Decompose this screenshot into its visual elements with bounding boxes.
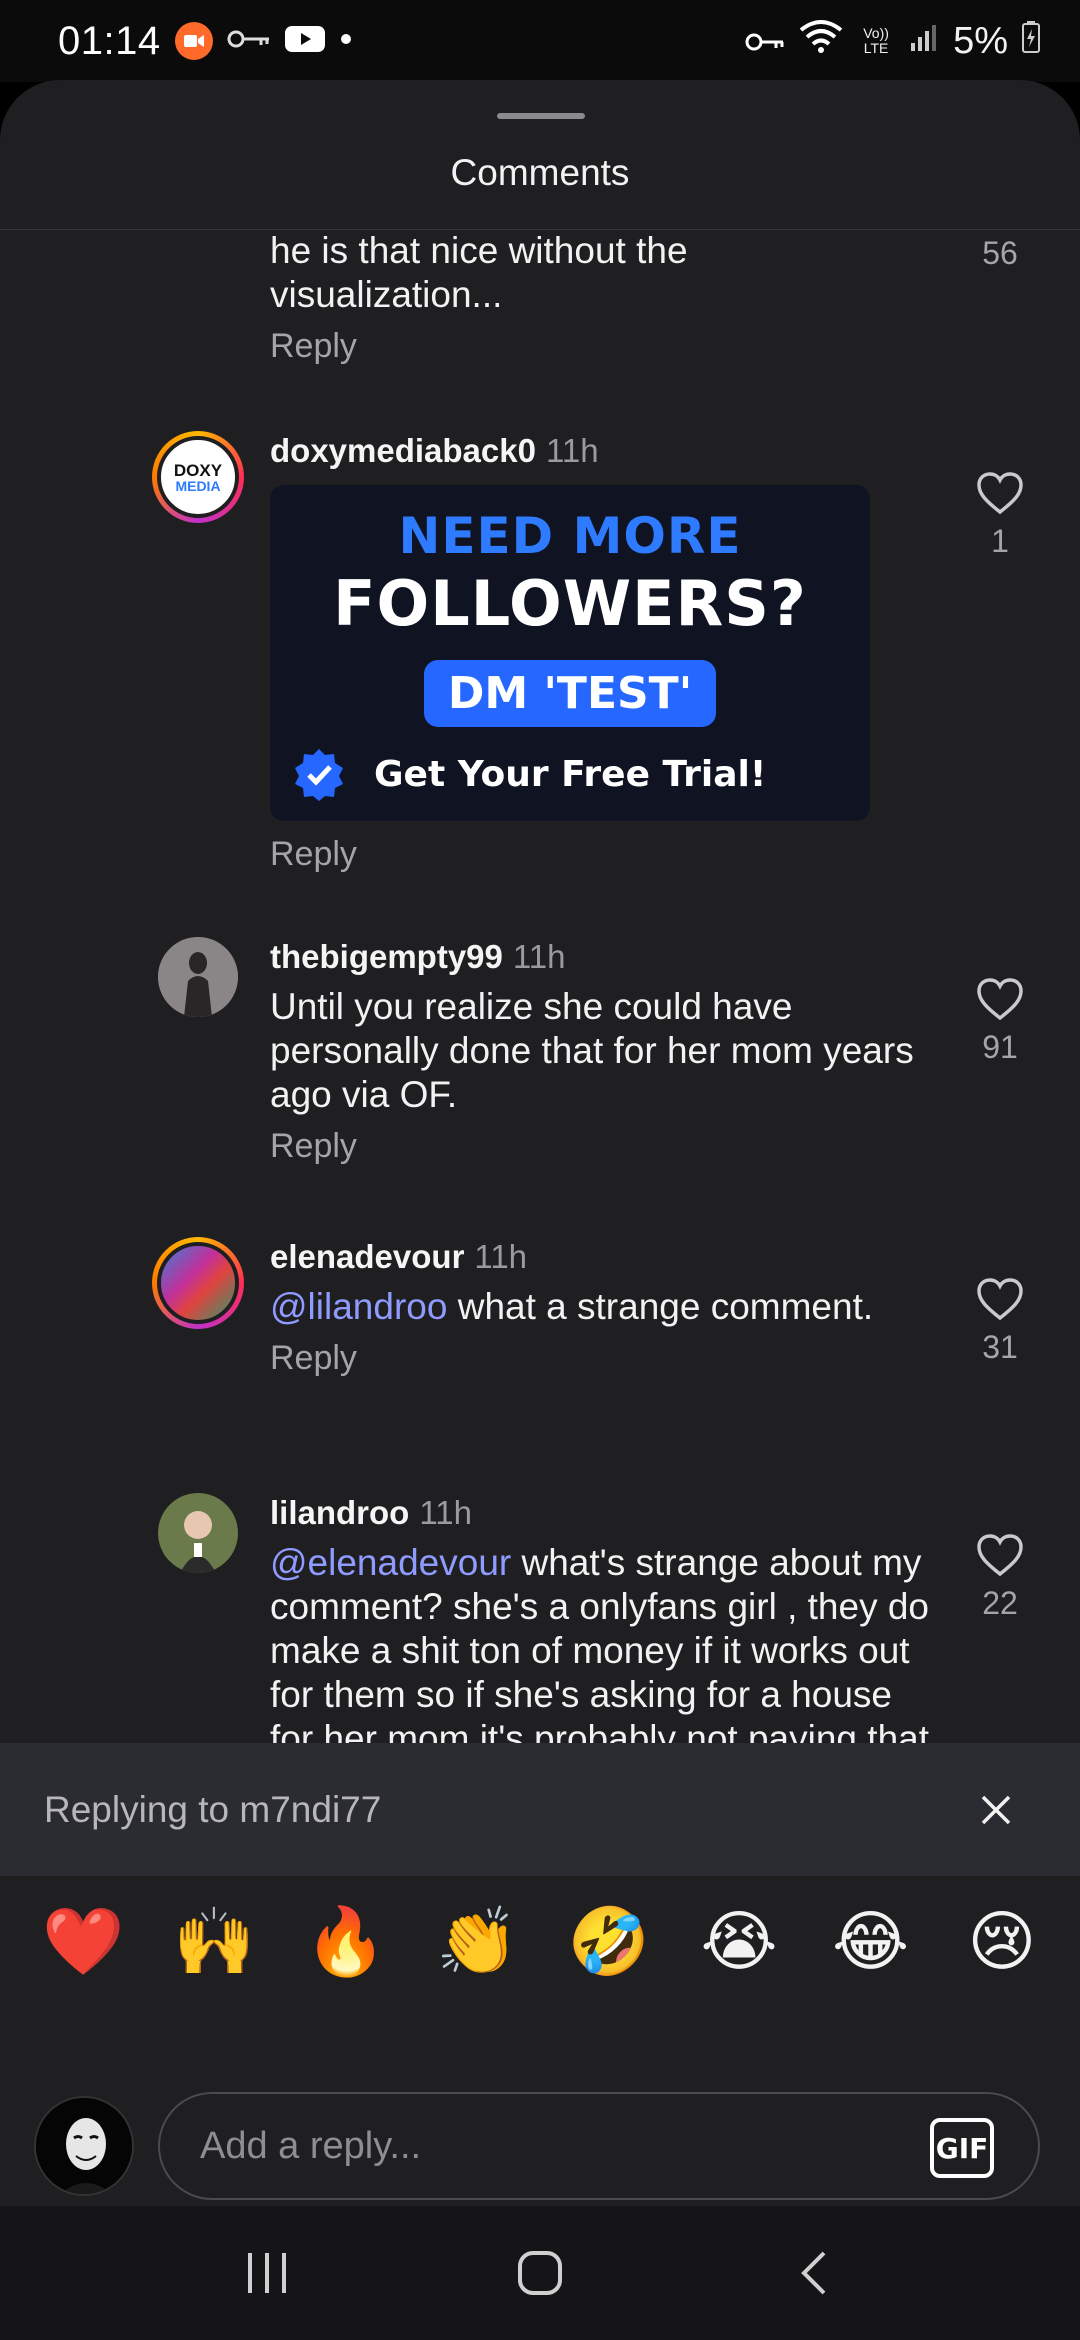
heart-icon[interactable] <box>970 1277 1030 1321</box>
replying-text: Replying to m7ndi77 <box>44 1788 382 1830</box>
comment-time: 11h <box>512 938 566 975</box>
notification-dot-icon <box>339 32 353 51</box>
like-count: 31 <box>982 1329 1018 1365</box>
status-bar: 01:14 Vo)) LTE 5% <box>0 0 1080 82</box>
recents-button[interactable] <box>207 2233 327 2313</box>
emoji-fire-button[interactable]: 🔥 <box>305 1906 387 1976</box>
sheet-title: Comments <box>450 152 630 193</box>
mention-link[interactable]: @lilandroo <box>270 1286 447 1327</box>
emoji-heart-button[interactable]: ❤️ <box>42 1906 124 1976</box>
screen-record-icon <box>174 22 213 60</box>
home-button[interactable] <box>480 2233 600 2313</box>
username[interactable]: lilandroo <box>270 1494 409 1531</box>
comment-text: Until you realize she could have persona… <box>270 986 914 1115</box>
reply-button[interactable]: Reply <box>270 1127 357 1166</box>
like-count: 1 <box>991 523 1009 559</box>
comment-text: he is that nice without the visualizatio… <box>270 231 688 315</box>
gif-button[interactable]: GIF <box>930 2118 994 2178</box>
wifi-icon <box>799 18 843 64</box>
ad-line-1: NEED MORE <box>398 507 742 565</box>
like-count: 56 <box>982 235 1018 271</box>
close-icon[interactable] <box>966 1780 1026 1840</box>
mention-link[interactable]: @elenadevour <box>270 1542 511 1583</box>
sheet-header: Comments <box>0 80 1080 230</box>
comment-time: 11h <box>419 1494 472 1531</box>
avatar[interactable] <box>152 1237 244 1329</box>
signal-icon <box>909 20 939 63</box>
username[interactable]: thebigempty99 <box>270 938 503 975</box>
drag-handle[interactable] <box>497 113 585 119</box>
reply-input[interactable] <box>158 2092 1040 2200</box>
like-count: 91 <box>982 1029 1018 1065</box>
heart-icon[interactable] <box>970 1533 1030 1577</box>
username[interactable]: elenadevour <box>270 1238 464 1275</box>
avatar[interactable] <box>158 1493 238 1573</box>
emoji-sad-button[interactable]: 😢 <box>962 1906 1042 1976</box>
ad-footer-text: Get Your Free Trial! <box>374 753 767 795</box>
reply-button[interactable]: Reply <box>270 327 357 366</box>
system-nav-bar <box>0 2206 1080 2340</box>
comment-image[interactable]: NEED MORE FOLLOWERS? DM 'TEST' Get Your … <box>270 485 870 821</box>
emoji-joy-button[interactable]: 😂 <box>831 1906 911 1976</box>
verified-badge-icon <box>292 747 346 801</box>
doxy-logo-text: DOXY <box>173 460 223 480</box>
emoji-bar: ❤️ 🙌 🔥 👏 🤣 😭 😂 😢 <box>0 1876 1080 2006</box>
youtube-icon <box>284 24 325 59</box>
heart-icon[interactable] <box>970 977 1030 1021</box>
username[interactable]: doxymediaback0 <box>270 432 536 469</box>
volte-label: Vo)) LTE <box>863 25 889 56</box>
emoji-crying-button[interactable]: 😭 <box>699 1906 779 1976</box>
ad-line-2: FOLLOWERS? <box>333 567 807 640</box>
emoji-rofl-button[interactable]: 🤣 <box>568 1906 650 1976</box>
reply-button[interactable]: Reply <box>270 835 357 874</box>
ad-dm-badge: DM 'TEST' <box>423 660 717 727</box>
battery-icon <box>1022 20 1040 63</box>
emoji-raised-hands-button[interactable]: 🙌 <box>173 1906 255 1976</box>
avatar[interactable]: DOXY MEDIA <box>152 431 244 523</box>
replying-bar: Replying to m7ndi77 <box>0 1743 1080 1876</box>
comment-time: 11h <box>545 432 599 469</box>
emoji-clap-button[interactable]: 👏 <box>436 1906 518 1976</box>
my-avatar <box>34 2096 134 2196</box>
heart-icon[interactable] <box>970 471 1030 515</box>
avatar[interactable] <box>158 937 238 1017</box>
comments-list[interactable]: he is that nice without the visualizatio… <box>0 231 1080 1823</box>
media-logo-text: MEDIA <box>175 477 221 494</box>
like-count: 22 <box>982 1585 1018 1621</box>
status-time: 01:14 <box>58 18 161 63</box>
comment-time: 11h <box>474 1238 528 1275</box>
comment-text: @lilandroo what a strange comment. <box>270 1286 874 1327</box>
reply-button[interactable]: Reply <box>270 1339 357 1378</box>
composer: GIF <box>0 2006 1080 2206</box>
back-button[interactable] <box>753 2233 873 2313</box>
vpn-key-icon <box>745 20 785 63</box>
key-icon <box>227 28 271 55</box>
battery-text: 5% <box>953 19 1008 62</box>
